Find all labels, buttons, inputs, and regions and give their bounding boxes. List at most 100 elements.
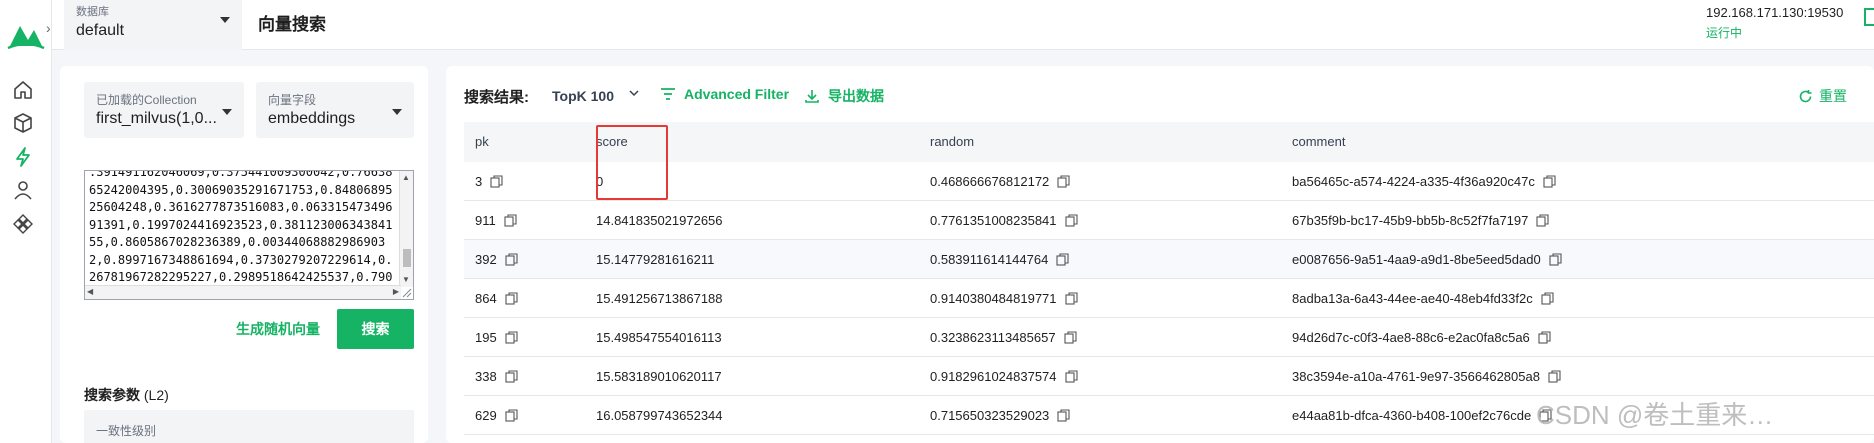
- collection-select[interactable]: 已加载的Collection first_milvus(1,0...: [84, 82, 244, 138]
- score-value: 15.498547554016113: [596, 330, 722, 345]
- search-panel: 已加载的Collection first_milvus(1,0... 向量字段 …: [60, 66, 428, 443]
- column-header-random[interactable]: random: [930, 134, 974, 149]
- database-select[interactable]: 数据库 default: [64, 0, 242, 50]
- horizontal-scrollbar[interactable]: ◀ ▶: [85, 285, 401, 299]
- copy-icon[interactable]: [1064, 331, 1077, 344]
- topk-select[interactable]: TopK 100: [552, 88, 614, 104]
- score-value: 14.841835021972656: [596, 213, 723, 228]
- table-row: 3 0 0.468666676812172 ba56465c-a574-4224…: [464, 162, 1874, 201]
- copy-icon[interactable]: [1536, 214, 1549, 227]
- score-highlight-box: [596, 125, 668, 200]
- scroll-thumb[interactable]: [403, 249, 411, 267]
- table-row: 338 15.583189010620117 0.918296102483757…: [464, 357, 1874, 396]
- database-label: 数据库: [76, 6, 109, 18]
- search-params-label: 搜索参数: [84, 387, 140, 403]
- cell-comment: ba56465c-a574-4224-a335-4f36a920c47c: [1292, 174, 1556, 189]
- chevron-right-icon[interactable]: ›: [46, 20, 51, 36]
- copy-icon[interactable]: [1064, 292, 1078, 305]
- copy-icon[interactable]: [505, 331, 518, 344]
- copy-icon[interactable]: [505, 409, 518, 422]
- logout-icon[interactable]: [1864, 8, 1874, 26]
- table-row: 195 15.498547554016113 0.323862311348565…: [464, 318, 1874, 357]
- generate-random-vector-link[interactable]: 生成随机向量: [236, 319, 320, 339]
- cell-score: 15.498547554016113: [596, 330, 722, 345]
- copy-icon[interactable]: [505, 370, 518, 383]
- scroll-up-icon[interactable]: ▲: [402, 173, 410, 182]
- cell-pk: 864: [475, 291, 518, 306]
- column-header-pk[interactable]: pk: [475, 134, 489, 149]
- pk-value: 629: [475, 408, 497, 423]
- scroll-right-icon[interactable]: ▶: [393, 287, 399, 296]
- column-header-comment[interactable]: comment: [1292, 134, 1345, 149]
- cell-comment: 67b35f9b-bc17-45b9-bb5b-8c52f7fa7197: [1292, 213, 1549, 228]
- scroll-left-icon[interactable]: ◀: [87, 287, 93, 296]
- cell-random: 0.9140380484819771: [930, 291, 1078, 306]
- copy-icon[interactable]: [505, 253, 518, 266]
- resize-grip-icon[interactable]: [400, 286, 412, 298]
- consistency-level-label: 一致性级别: [96, 424, 157, 438]
- cell-pk: 338: [475, 369, 518, 384]
- vector-field-select[interactable]: 向量字段 embeddings: [256, 82, 414, 138]
- consistency-level-select[interactable]: 一致性级别: [84, 410, 414, 443]
- cell-score: 14.841835021972656: [596, 213, 723, 228]
- cell-random: 0.7761351008235841: [930, 213, 1078, 228]
- vector-field-label: 向量字段: [268, 93, 317, 107]
- random-value: 0.9140380484819771: [930, 291, 1057, 306]
- copy-icon[interactable]: [1057, 175, 1070, 188]
- vertical-scrollbar[interactable]: ▲ ▼: [399, 171, 413, 287]
- cell-random: 0.468666676812172: [930, 174, 1070, 189]
- copy-icon[interactable]: [1064, 214, 1078, 227]
- cell-comment: 94d26d7c-c0f3-4ae8-88c6-e2ac0fa8c5a6: [1292, 330, 1551, 345]
- copy-icon[interactable]: [1543, 175, 1556, 188]
- comment-value: 94d26d7c-c0f3-4ae8-88c6-e2ac0fa8c5a6: [1292, 330, 1530, 345]
- watermark: CSDN @卷土重来…: [1536, 400, 1774, 430]
- table-header: pk score random comment: [464, 122, 1874, 162]
- cell-pk: 3: [475, 174, 503, 189]
- user-icon[interactable]: [10, 177, 36, 203]
- table-row: 864 15.491256713867188 0.914038048481977…: [464, 279, 1874, 318]
- vector-field-value: embeddings: [268, 110, 356, 127]
- cell-random: 0.583911614144764: [930, 252, 1069, 267]
- copy-icon[interactable]: [1541, 292, 1554, 305]
- caret-down-icon: [222, 109, 232, 115]
- reset-button[interactable]: 重置: [1798, 86, 1847, 106]
- random-value: 0.583911614144764: [930, 252, 1049, 267]
- cell-pk: 392: [475, 252, 518, 267]
- collection-value: first_milvus(1,0...: [96, 110, 217, 127]
- cell-comment: 38c3594e-a10a-4761-9e97-3566462805a8: [1292, 369, 1561, 384]
- copy-icon[interactable]: [490, 175, 503, 188]
- search-button[interactable]: 搜索: [337, 309, 414, 349]
- copy-icon[interactable]: [505, 292, 518, 305]
- table-row: 392 15.14779281616211 0.583911614144764 …: [464, 240, 1874, 279]
- copy-icon[interactable]: [1548, 370, 1561, 383]
- scroll-down-icon[interactable]: ▼: [402, 275, 410, 284]
- vector-textarea[interactable]: .391491162046069,0.375441009300042,0.766…: [84, 170, 414, 300]
- score-value: 16.058799743652344: [596, 408, 723, 423]
- export-data-button[interactable]: 导出数据: [804, 86, 884, 106]
- copy-icon[interactable]: [1538, 331, 1551, 344]
- chevron-down-icon[interactable]: [627, 86, 641, 100]
- system-diamond-icon[interactable]: [10, 211, 36, 237]
- cell-score: 15.14779281616211: [596, 252, 714, 267]
- refresh-icon: [1799, 89, 1812, 102]
- search-params-title: 搜索参数 (L2): [84, 385, 169, 405]
- milvus-logo-icon: [7, 26, 45, 50]
- copy-icon[interactable]: [1549, 253, 1562, 266]
- comment-value: 38c3594e-a10a-4761-9e97-3566462805a8: [1292, 369, 1540, 384]
- collection-cube-icon[interactable]: [10, 110, 36, 136]
- comment-value: e0087656-9a51-4aa9-a9d1-8be5eed5dad0: [1292, 252, 1541, 267]
- pk-value: 338: [475, 369, 497, 384]
- copy-icon[interactable]: [1064, 370, 1078, 383]
- home-icon[interactable]: [10, 77, 36, 103]
- vector-search-bolt-icon[interactable]: [10, 144, 36, 170]
- copy-icon[interactable]: [1057, 409, 1070, 422]
- cell-random: 0.3238623113485657: [930, 330, 1077, 345]
- cell-pk: 911: [475, 213, 517, 228]
- advanced-filter-button[interactable]: Advanced Filter: [660, 86, 789, 102]
- cell-random: 0.715650323529023: [930, 408, 1070, 423]
- cell-pk: 629: [475, 408, 518, 423]
- cell-pk: 195: [475, 330, 518, 345]
- left-nav: ›: [0, 0, 52, 443]
- copy-icon[interactable]: [1056, 253, 1069, 266]
- copy-icon[interactable]: [504, 214, 517, 227]
